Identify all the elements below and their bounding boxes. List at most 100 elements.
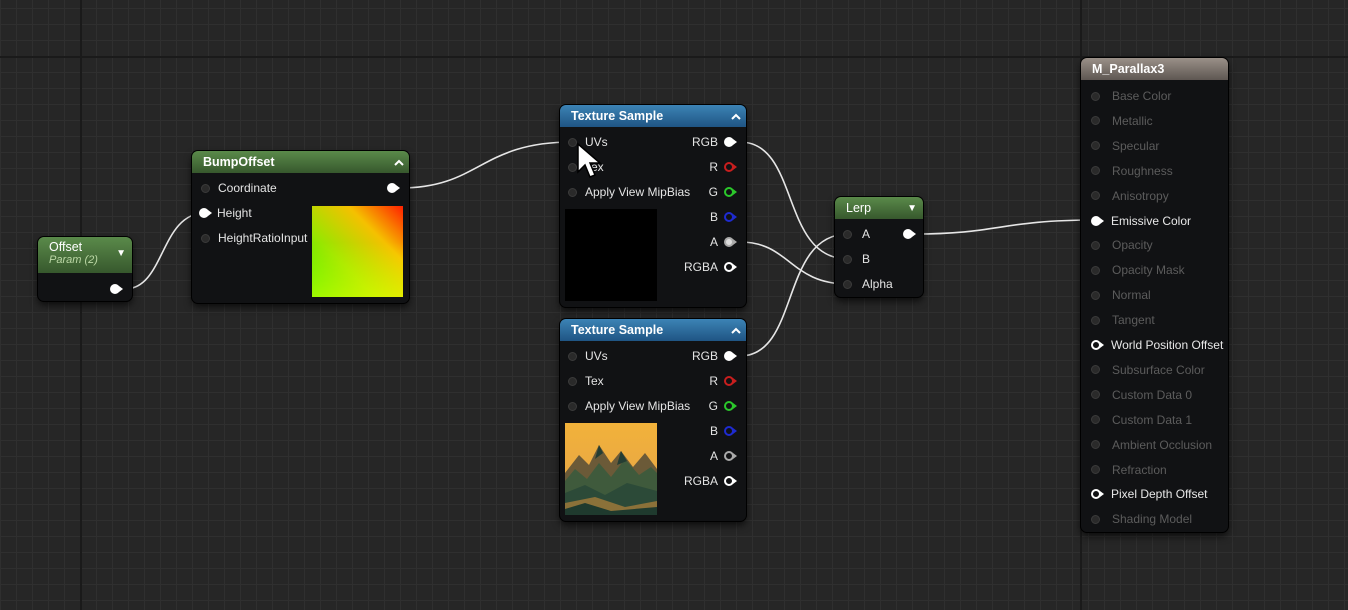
material-input-pin[interactable]	[1091, 315, 1100, 325]
mipbias-pin[interactable]	[568, 187, 577, 197]
material-input-label: Anisotropy	[1112, 188, 1169, 203]
material-input-row[interactable]: World Position Offset	[1091, 336, 1223, 354]
wire-lerp-to-emissive	[913, 219, 1097, 235]
material-input-row[interactable]: Roughness	[1091, 162, 1173, 180]
material-input-row[interactable]: Custom Data 0	[1091, 386, 1192, 404]
lerp-alpha-pin[interactable]	[843, 279, 852, 289]
material-node-header[interactable]: M_Parallax3	[1081, 58, 1228, 80]
offset-output-pin[interactable]	[110, 284, 124, 294]
material-input-pin[interactable]	[1091, 91, 1100, 101]
material-input-row[interactable]: Custom Data 1	[1091, 411, 1192, 429]
material-input-pin[interactable]	[1091, 265, 1100, 275]
material-input-pin[interactable]	[1091, 116, 1100, 126]
material-input-row[interactable]: Pixel Depth Offset	[1091, 485, 1208, 503]
wire-tex2rgb-to-lerpa	[739, 233, 849, 357]
a-output-pin[interactable]	[724, 451, 738, 461]
material-input-row[interactable]: Refraction	[1091, 461, 1167, 479]
texture-sample-2-header[interactable]: Texture Sample	[560, 319, 746, 341]
r-output-pin[interactable]	[724, 376, 738, 386]
height-pin[interactable]	[199, 208, 213, 218]
g-output-pin[interactable]	[724, 187, 738, 197]
a-output-pin[interactable]	[724, 237, 738, 247]
lerp-output-pin[interactable]	[903, 229, 917, 239]
texture-sample-1-title: Texture Sample	[571, 109, 664, 123]
material-input-row[interactable]: Opacity	[1091, 236, 1153, 254]
b-label: B	[709, 210, 718, 224]
material-input-pin[interactable]	[1091, 365, 1100, 375]
rgba-output-pin[interactable]	[724, 476, 738, 486]
chevron-down-icon[interactable]: ▼	[907, 203, 917, 214]
rgb-label: RGB	[691, 349, 718, 363]
material-input-row[interactable]: Anisotropy	[1091, 187, 1169, 205]
mipbias-pin[interactable]	[568, 401, 577, 411]
collapse-chevron-up-icon[interactable]	[389, 152, 409, 172]
material-input-pin[interactable]	[1091, 215, 1105, 226]
material-input-pin[interactable]	[1091, 514, 1100, 524]
material-input-pin[interactable]	[1091, 440, 1100, 450]
material-input-pin[interactable]	[1091, 191, 1100, 201]
material-input-row[interactable]: Tangent	[1091, 311, 1155, 329]
rgb-output-pin[interactable]	[724, 351, 738, 361]
material-input-label: Shading Model	[1112, 512, 1193, 527]
coordinate-pin[interactable]	[201, 183, 210, 193]
bumpoffset-output-pin[interactable]	[387, 183, 401, 193]
bumpoffset-node[interactable]: BumpOffset Coordinate Height HeightRatio…	[192, 151, 409, 303]
texture-sample-node-1[interactable]: Texture Sample UVs Tex Apply View MipBia…	[560, 105, 746, 307]
material-input-pin[interactable]	[1091, 340, 1105, 350]
mipbias-label: Apply View MipBias	[585, 399, 691, 413]
coordinate-label: Coordinate	[218, 181, 277, 195]
lerp-b-pin[interactable]	[843, 254, 852, 264]
material-input-row[interactable]: Normal	[1091, 286, 1151, 304]
offset-node-header[interactable]: Offset Param (2) ▼	[38, 237, 132, 273]
material-input-row[interactable]: Shading Model	[1091, 510, 1192, 528]
tex-pin[interactable]	[568, 376, 577, 386]
height-label: Height	[217, 206, 252, 220]
lerp-a-pin[interactable]	[843, 229, 852, 239]
chevron-down-icon[interactable]: ▼	[116, 248, 126, 259]
material-input-pin[interactable]	[1091, 465, 1100, 474]
material-input-row[interactable]: Metallic	[1091, 112, 1153, 130]
texture-sample-1-header[interactable]: Texture Sample	[560, 105, 746, 127]
material-input-row[interactable]: Ambient Occlusion	[1091, 436, 1212, 454]
lerp-node[interactable]: Lerp ▼ A B Alpha	[835, 197, 923, 297]
material-node-title: M_Parallax3	[1092, 62, 1165, 76]
material-input-pin[interactable]	[1091, 390, 1100, 400]
material-input-pin[interactable]	[1091, 290, 1100, 300]
mipbias-label: Apply View MipBias	[585, 185, 691, 199]
bumpoffset-preview	[312, 206, 403, 297]
rgb-output-pin[interactable]	[724, 137, 738, 147]
b-output-pin[interactable]	[724, 426, 738, 436]
rgba-output-pin[interactable]	[724, 262, 738, 272]
lerp-node-header[interactable]: Lerp ▼	[835, 197, 923, 219]
collapse-chevron-up-icon[interactable]	[726, 106, 746, 126]
material-input-row[interactable]: Base Color	[1091, 87, 1171, 105]
b-output-pin[interactable]	[724, 212, 738, 222]
bumpoffset-node-header[interactable]: BumpOffset	[192, 151, 409, 173]
r-output-pin[interactable]	[724, 162, 738, 172]
material-input-row[interactable]: Specular	[1091, 137, 1159, 155]
lerp-a-label: A	[862, 227, 871, 241]
material-input-row[interactable]: Subsurface Color	[1091, 361, 1205, 379]
material-input-label: Specular	[1112, 138, 1160, 153]
uvs-pin[interactable]	[568, 351, 577, 361]
texture-sample-node-2[interactable]: Texture Sample UVs Tex Apply View MipBia…	[560, 319, 746, 521]
material-input-pin[interactable]	[1091, 489, 1105, 500]
mouse-cursor-icon	[577, 142, 602, 178]
texture-sample-2-title: Texture Sample	[571, 323, 664, 337]
material-result-node[interactable]: M_Parallax3 Base Color Metallic Specular Ro…	[1081, 58, 1228, 532]
material-input-pin[interactable]	[1091, 240, 1100, 250]
material-input-pin[interactable]	[1091, 415, 1100, 425]
heightratio-label: HeightRatioInput	[218, 231, 308, 245]
material-input-pin[interactable]	[1091, 141, 1100, 151]
material-input-label: Subsurface Color	[1112, 362, 1205, 377]
collapse-chevron-up-icon[interactable]	[726, 320, 746, 340]
g-output-pin[interactable]	[724, 401, 738, 411]
material-input-row[interactable]: Opacity Mask	[1091, 261, 1185, 279]
r-label: R	[709, 160, 718, 174]
offset-param-node[interactable]: Offset Param (2) ▼	[38, 237, 132, 301]
rgba-label: RGBA	[683, 474, 718, 488]
material-input-pin[interactable]	[1091, 166, 1100, 176]
heightratio-pin[interactable]	[201, 233, 210, 243]
material-input-row[interactable]: Emissive Color	[1091, 212, 1191, 230]
texture-preview-black	[565, 209, 657, 301]
